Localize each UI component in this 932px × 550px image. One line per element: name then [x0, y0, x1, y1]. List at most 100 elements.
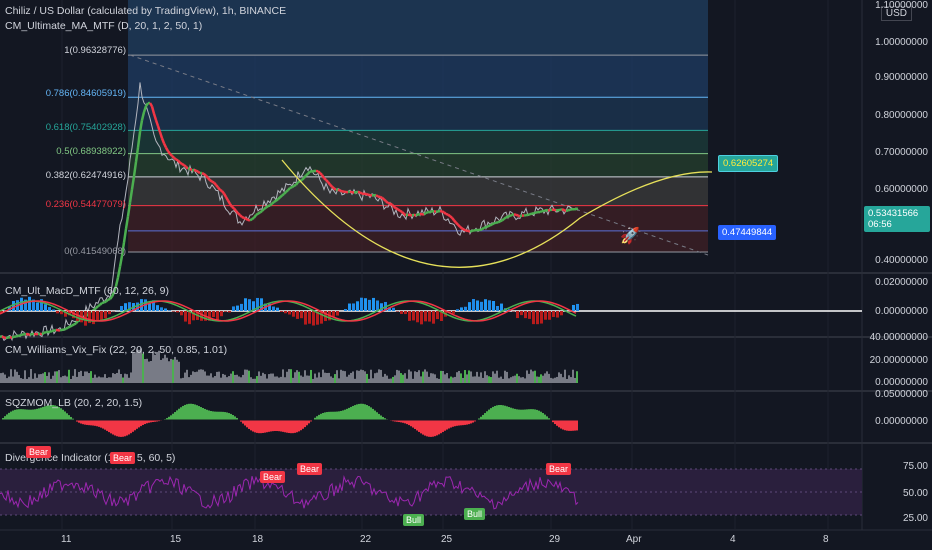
sqz-bar [500, 405, 502, 420]
vix-bar [334, 374, 336, 383]
ma-segment [339, 189, 343, 193]
sqz-bar [218, 411, 220, 420]
sqz-bar [468, 420, 470, 425]
ma-segment [279, 194, 283, 199]
vix-bar [130, 372, 132, 383]
sqz-bar [566, 420, 568, 431]
ma-segment [118, 255, 124, 267]
vix-bar [344, 371, 346, 383]
sqz-bar [414, 420, 416, 429]
sqz-bar [444, 420, 446, 431]
vix-bar [216, 371, 218, 383]
vix-bar [16, 371, 18, 383]
ma-segment [283, 191, 287, 195]
macd-bar [396, 311, 399, 312]
ma-segment [293, 183, 297, 187]
ma-segment [519, 214, 523, 218]
sqz-bar [114, 420, 116, 436]
ma-segment [533, 211, 537, 215]
vix-bar [268, 374, 270, 383]
macd-bar [456, 309, 459, 311]
bear-tag: Bear [26, 446, 52, 458]
sqz-bar [242, 420, 244, 424]
macd-bar [364, 298, 367, 311]
vix-bar [554, 377, 556, 383]
macd-bar [36, 302, 39, 311]
sqz-bar [378, 413, 380, 420]
ma-segment [401, 210, 405, 215]
macd-axis-label: 0.00000000 [875, 306, 928, 317]
vix-bar [28, 377, 30, 383]
macd-bar [108, 311, 111, 315]
sqz-bar [4, 416, 6, 420]
sqz-bar [90, 420, 92, 426]
vix-bar [396, 369, 398, 383]
sqz-bar [224, 412, 226, 420]
ma-segment [281, 192, 285, 197]
sqz-bar [368, 406, 370, 420]
sqz-bar [246, 420, 248, 428]
sqz-bar [488, 409, 490, 420]
macd-bar [228, 311, 231, 313]
sqz-bar [30, 409, 32, 420]
vix-bar [134, 353, 136, 383]
vix-bar [522, 377, 524, 383]
ma-segment [287, 187, 291, 192]
ma-segment [105, 298, 109, 303]
macd-bar [232, 306, 235, 311]
vix-bar [568, 375, 570, 383]
sqz-bar [558, 420, 560, 428]
vix-bar [126, 374, 128, 383]
fib-label-0382: 0.382(0.62474916) [45, 170, 126, 181]
current-price: 0.53431566 [868, 208, 919, 219]
macd-bar [480, 301, 483, 311]
sqz-bar [12, 410, 14, 420]
macd-bar [540, 311, 543, 324]
ma-segment [183, 164, 187, 168]
sqz-bar [270, 420, 272, 432]
vix-bar [196, 371, 198, 383]
vix-bar [100, 377, 102, 383]
macd-bar [188, 311, 191, 325]
sqz-bar [492, 406, 494, 420]
vix-bar [176, 359, 178, 383]
ma-segment [379, 195, 383, 199]
sqz-bar [294, 420, 296, 433]
sqz-bar [350, 406, 352, 420]
sqz-bar [190, 403, 192, 420]
vix-bar [48, 372, 50, 383]
ma-segment [331, 185, 335, 190]
sqz-bar [462, 420, 464, 426]
sqz-bar [264, 420, 266, 433]
bull-tag: Bull [464, 508, 486, 520]
chart-canvas[interactable] [0, 0, 932, 550]
vix-bar [466, 374, 468, 383]
vix-bar [426, 371, 428, 383]
macd-bar [280, 311, 283, 312]
sqz-bar [244, 420, 246, 426]
macd-bar [484, 299, 487, 311]
macd-bar [348, 303, 351, 311]
sqz-bar [278, 420, 280, 432]
vix-bar [342, 370, 344, 383]
vix-bar [476, 371, 478, 383]
vix-bar [540, 374, 542, 383]
ma-segment [285, 189, 289, 193]
macd-bar [420, 311, 423, 325]
ma-segment [217, 186, 221, 191]
vix-bar [292, 377, 294, 383]
sqz-bar [460, 420, 462, 426]
macd-bar [412, 311, 415, 321]
sqz-bar [502, 405, 504, 420]
sqz-bar [306, 420, 308, 426]
sqz-bar [308, 420, 310, 424]
sqz-bar [416, 420, 418, 431]
vix-bar [250, 377, 252, 383]
ma-segment [425, 211, 429, 215]
macd-bar [572, 304, 575, 311]
sqz-bar [428, 420, 430, 437]
ma-segment [405, 213, 409, 217]
ma-segment [226, 199, 232, 205]
vix-bar [116, 372, 118, 383]
vix-bar [478, 376, 480, 383]
